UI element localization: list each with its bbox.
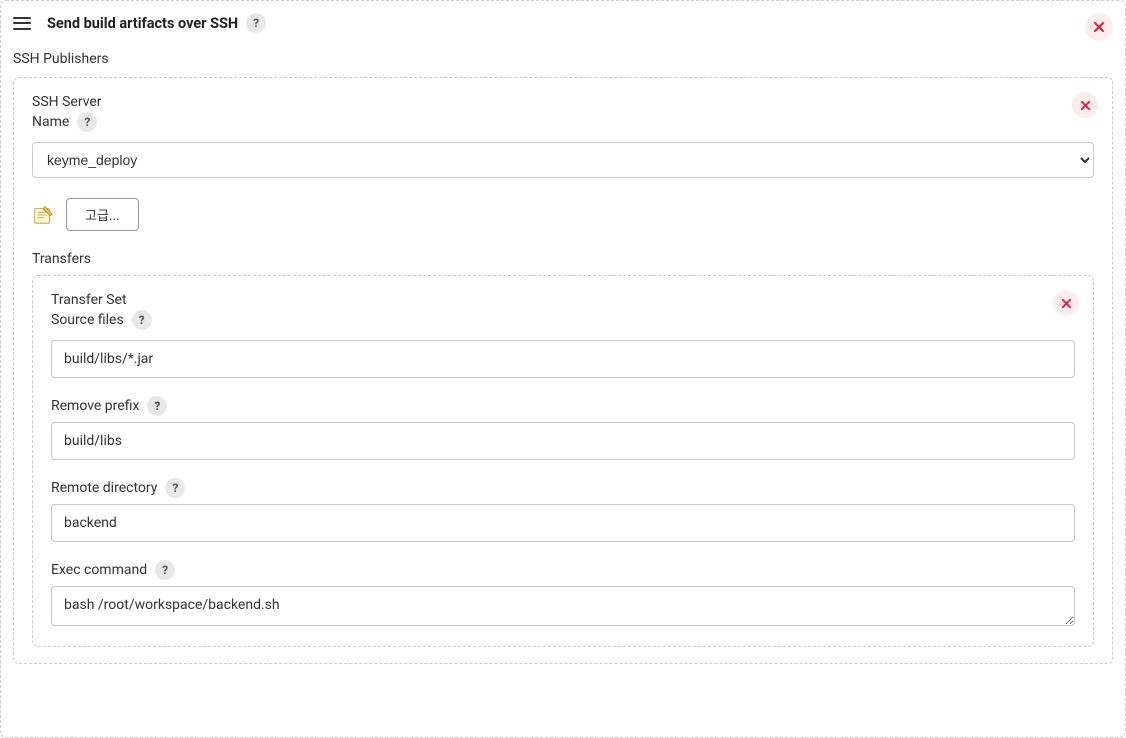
exec-command-label: Exec command [51, 562, 147, 578]
drag-handle-icon[interactable] [13, 13, 33, 33]
help-icon[interactable]: ? [155, 560, 175, 580]
ssh-publisher-panel: SSH Server Name ? keyme_deploy 고급... [13, 77, 1113, 664]
transfer-set-label-group: Transfer Set Source files ? [51, 292, 1075, 330]
transfer-set-panel: Transfer Set Source files ? Remove prefi… [32, 275, 1094, 647]
advanced-button[interactable]: 고급... [66, 198, 139, 231]
help-icon[interactable]: ? [246, 13, 266, 33]
remove-transfer-button[interactable] [1053, 290, 1079, 316]
source-files-input[interactable] [51, 340, 1075, 378]
transfers-label: Transfers [32, 251, 1094, 267]
exec-command-input[interactable] [51, 586, 1075, 626]
notepad-icon [32, 204, 54, 226]
remove-step-button[interactable] [1085, 13, 1113, 41]
ssh-publishers-label: SSH Publishers [13, 51, 1113, 67]
server-toolbar: 고급... [32, 198, 1094, 231]
ssh-server-label-group: SSH Server Name ? [32, 94, 1094, 132]
section-header: Send build artifacts over SSH ? [13, 13, 1113, 33]
remove-prefix-label: Remove prefix [51, 398, 139, 414]
help-icon[interactable]: ? [77, 112, 97, 132]
ssh-server-name-select[interactable]: keyme_deploy [32, 142, 1094, 178]
section-title: Send build artifacts over SSH [47, 15, 238, 32]
help-icon[interactable]: ? [147, 396, 167, 416]
transfer-set-heading: Transfer Set [51, 292, 127, 308]
remove-prefix-input[interactable] [51, 422, 1075, 460]
help-icon[interactable]: ? [132, 310, 152, 330]
ssh-server-heading: SSH Server [32, 94, 102, 110]
help-icon[interactable]: ? [165, 478, 185, 498]
remote-directory-label: Remote directory [51, 480, 157, 496]
remove-publisher-button[interactable] [1072, 92, 1098, 118]
remote-directory-input[interactable] [51, 504, 1075, 542]
source-files-label: Source files [51, 312, 124, 328]
build-step-container: Send build artifacts over SSH ? SSH Publ… [0, 0, 1126, 738]
name-label: Name [32, 114, 69, 130]
